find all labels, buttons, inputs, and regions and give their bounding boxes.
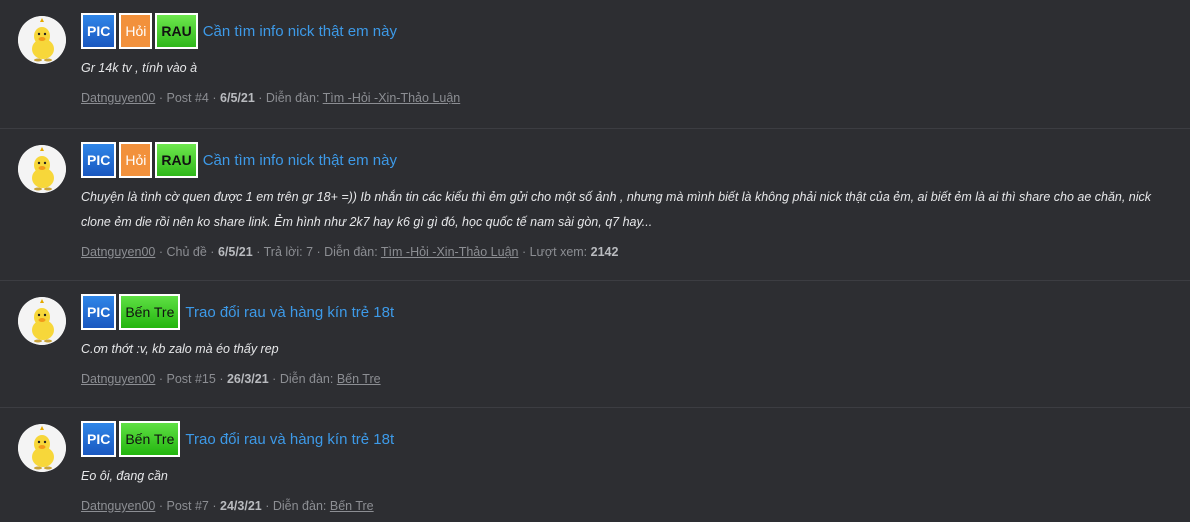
avatar[interactable] [18,16,66,64]
post-snippet: Eo ôi, đang cần [81,469,168,483]
forum-prefix: Diễn đàn: [265,91,320,105]
prefix-badge-ben-tre[interactable]: Bến Tre [119,294,181,330]
avatar[interactable] [18,424,66,472]
prefix-badge-pic[interactable]: PIC [81,421,117,457]
post-meta: Datnguyen00 · Post #7 · 24/3/21 · Diễn đ… [81,499,374,513]
forum-link[interactable]: Tìm -Hỏi -Xin-Thảo Luận [381,245,519,259]
post-date: 6/5/21 [220,91,255,105]
thread-title-link[interactable]: Trao đổi rau và hàng kín trẻ 18t [185,431,394,448]
search-results-list: PIC Hỏi RAU Cần tìm info nick thật em nà… [0,0,1190,522]
forum-link[interactable]: Tìm -Hỏi -Xin-Thảo Luận [323,91,461,105]
duck-avatar-icon [18,297,66,345]
post-snippet: C.ơn thớt :v, kb zalo mà éo thấy rep [81,342,279,356]
post-date: 6/5/21 [217,245,253,259]
forum-link[interactable]: Bến Tre [330,499,374,513]
prefix-badge-pic[interactable]: PIC [81,13,117,49]
post-number: Post #7 [166,499,209,513]
result-row: PIC Hỏi RAU Cần tìm info nick thật em nà… [0,128,1190,280]
avatar[interactable] [18,297,66,345]
prefix-badge-rau[interactable]: RAU [155,142,198,178]
post-snippet: Chuyện là tình cờ quen được 1 em trên gr… [81,190,1152,229]
post-date: 26/3/21 [226,372,269,386]
duck-avatar-icon [18,145,66,193]
reply-count: Trả lời: 7 [263,245,314,259]
result-row: PIC Bến Tre Trao đổi rau và hàng kín trẻ… [0,407,1190,522]
prefix-badge-pic[interactable]: PIC [81,142,117,178]
post-date: 24/3/21 [220,499,262,513]
prefix-badge-ben-tre[interactable]: Bến Tre [119,421,181,457]
thread-title-link[interactable]: Cần tìm info nick thật em này [203,152,397,169]
view-count: 2142 [590,245,619,259]
duck-avatar-icon [18,424,66,472]
author-link[interactable]: Datnguyen00 [81,91,155,105]
content-type: Chủ đề [166,245,207,259]
forum-link[interactable]: Bến Tre [337,372,381,386]
post-snippet: Gr 14k tv , tính vào à [81,61,198,75]
prefix-badge-pic[interactable]: PIC [81,294,117,330]
prefix-badge-rau[interactable]: RAU [155,13,198,49]
author-link[interactable]: Datnguyen00 [81,499,155,513]
prefix-badge-hoi[interactable]: Hỏi [119,13,153,49]
post-meta: Datnguyen00 · Post #4 · 6/5/21 · Diễn đà… [81,91,461,105]
result-row: PIC Bến Tre Trao đổi rau và hàng kín trẻ… [0,280,1190,407]
forum-prefix: Diễn đàn: [279,372,334,386]
forum-prefix: Diễn đàn: [324,245,378,259]
duck-avatar-icon [18,16,66,64]
prefix-badge-hoi[interactable]: Hỏi [119,142,153,178]
post-number: Post #4 [166,91,209,105]
post-number: Post #15 [166,372,216,386]
forum-prefix: Diễn đàn: [272,499,327,513]
thread-title-link[interactable]: Cần tìm info nick thật em này [203,23,397,40]
author-link[interactable]: Datnguyen00 [81,245,155,259]
post-meta: Datnguyen00 · Post #15 · 26/3/21 · Diễn … [81,372,381,386]
result-row: PIC Hỏi RAU Cần tìm info nick thật em nà… [0,0,1190,128]
views-label: Lượt xem: [529,245,588,259]
thread-title-link[interactable]: Trao đổi rau và hàng kín trẻ 18t [185,304,394,321]
author-link[interactable]: Datnguyen00 [81,372,155,386]
post-meta: Datnguyen00 · Chủ đề · 6/5/21 · Trả lời:… [81,245,619,259]
avatar[interactable] [18,145,66,193]
